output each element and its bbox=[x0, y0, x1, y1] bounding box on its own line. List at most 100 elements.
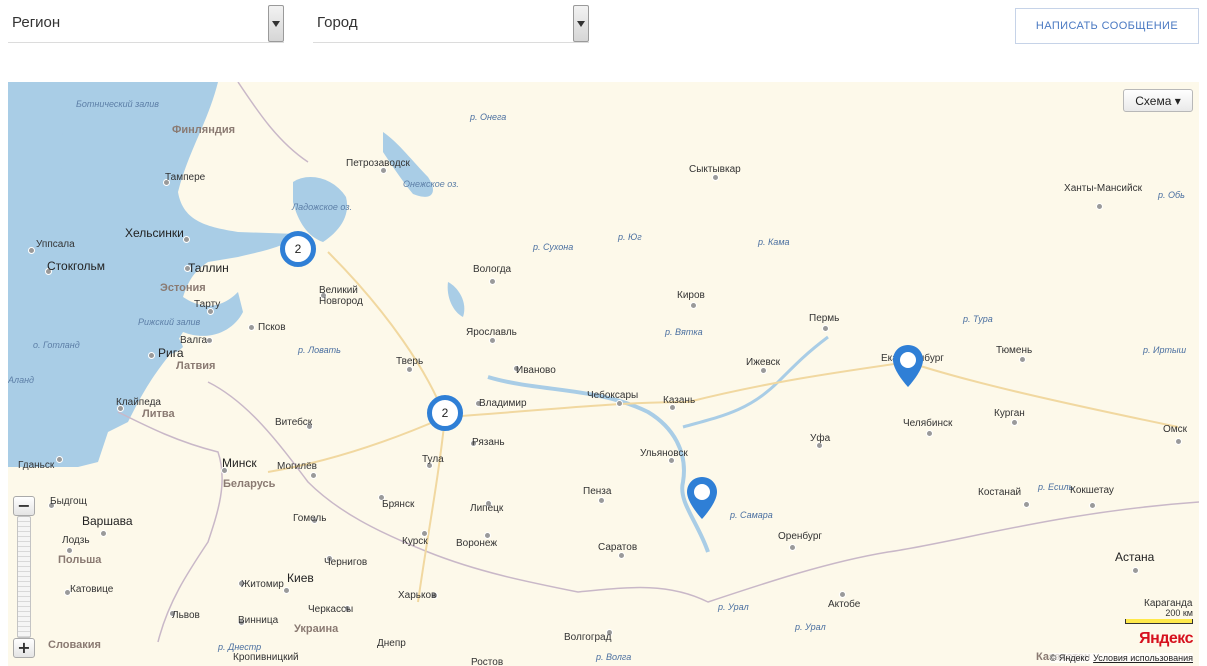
city-dot bbox=[822, 325, 829, 332]
city-dot bbox=[1132, 567, 1139, 574]
city-label: Костанай bbox=[978, 487, 1022, 498]
zoom-slider[interactable] bbox=[17, 516, 31, 638]
map-pin-icon[interactable] bbox=[891, 343, 925, 389]
river-label: р. Урал bbox=[795, 622, 826, 632]
city-label: Челябинск bbox=[903, 418, 953, 429]
city-label: Петрозаводск bbox=[346, 158, 410, 169]
city-select[interactable]: Город bbox=[313, 5, 589, 43]
city-label: Кропивницкий bbox=[233, 652, 299, 663]
city-label: Курск bbox=[402, 536, 428, 547]
city-dot bbox=[148, 352, 155, 359]
city-label: Ростов bbox=[471, 657, 504, 666]
river-label: р. Кама bbox=[758, 237, 790, 247]
marker-cluster[interactable]: 2 bbox=[280, 231, 316, 267]
country-label: Польша bbox=[58, 554, 102, 566]
city-dot bbox=[1023, 501, 1030, 508]
city-label: Владимир bbox=[479, 398, 527, 409]
city-label: Винница bbox=[238, 615, 279, 626]
country-label: Беларусь bbox=[223, 478, 276, 490]
city-label: Рязань bbox=[472, 437, 505, 448]
city-dot bbox=[489, 278, 496, 285]
map-scale: 200 км bbox=[1125, 608, 1193, 624]
city-label: Оренбург bbox=[778, 531, 823, 542]
city-label: Клайпеда bbox=[116, 397, 161, 408]
city-dot bbox=[1175, 438, 1182, 445]
city-label: Хельсинки bbox=[125, 226, 184, 240]
country-label: Украина bbox=[294, 623, 339, 635]
zoom-out-button[interactable]: − bbox=[13, 496, 35, 516]
scale-bar bbox=[1125, 619, 1193, 624]
city-label: Тампере bbox=[165, 172, 206, 183]
zoom-in-button[interactable]: + bbox=[13, 638, 35, 658]
water-label: Аланд bbox=[8, 375, 35, 385]
city-dot bbox=[28, 247, 35, 254]
river-label: р. Иртыш bbox=[1143, 345, 1187, 355]
city-dot bbox=[1089, 502, 1096, 509]
region-dropdown-arrow-icon[interactable] bbox=[268, 5, 284, 42]
country-label: Латвия bbox=[176, 360, 216, 372]
city-label: Киев bbox=[287, 571, 314, 585]
country-label: Словакия bbox=[48, 639, 101, 651]
zoom-control[interactable]: − + bbox=[13, 496, 35, 658]
city-label: Рига bbox=[158, 346, 184, 360]
city-label: Вологда bbox=[473, 264, 512, 275]
water-label: Рижский залив bbox=[138, 317, 201, 327]
city-dot bbox=[183, 236, 190, 243]
yandex-logo: Яндекс bbox=[1139, 630, 1193, 647]
city-label: Лодзь bbox=[62, 535, 90, 546]
city-label: Таллин bbox=[188, 261, 229, 275]
map-canvas[interactable]: Финляндия Эстония Латвия Литва Беларусь … bbox=[8, 82, 1199, 666]
scale-label: 200 км bbox=[1165, 608, 1193, 618]
copyright-text: © Яндекс bbox=[1049, 653, 1090, 663]
city-label: Тюмень bbox=[996, 345, 1033, 356]
city-label: Витебск bbox=[275, 417, 313, 428]
city-dot bbox=[1096, 203, 1103, 210]
region-select[interactable]: Регион bbox=[8, 5, 284, 43]
city-label: Уппсала bbox=[36, 239, 75, 250]
city-label: Великий Новгород bbox=[319, 285, 363, 307]
map-copyright: © Яндекс Условия использования bbox=[1049, 653, 1193, 663]
city-label: Курган bbox=[994, 408, 1025, 419]
city-label: Липецк bbox=[470, 503, 504, 514]
city-label: Актобе bbox=[828, 599, 861, 610]
river-label: р. Ловать bbox=[298, 345, 341, 355]
river-label: р. Урал bbox=[718, 602, 749, 612]
city-label: Быдгощ bbox=[50, 496, 87, 507]
city-label: Кокшетау bbox=[1070, 485, 1114, 496]
city-dot bbox=[926, 430, 933, 437]
city-label: Пермь bbox=[809, 313, 840, 324]
country-label: Эстония bbox=[160, 282, 206, 294]
city-dot bbox=[789, 544, 796, 551]
city-dot bbox=[712, 174, 719, 181]
city-dot bbox=[839, 591, 846, 598]
city-dot bbox=[489, 337, 496, 344]
city-label: Псков bbox=[258, 322, 286, 333]
city-dot bbox=[100, 530, 107, 537]
river-label: р. Самара bbox=[730, 510, 773, 520]
river-label: р. Тура bbox=[963, 314, 993, 324]
map-type-button[interactable]: Схема ▾ bbox=[1123, 89, 1193, 112]
city-label: Львов bbox=[172, 610, 200, 621]
marker-cluster[interactable]: 2 bbox=[427, 395, 463, 431]
city-label: Гданьск bbox=[18, 460, 55, 471]
city-label: Тула bbox=[422, 454, 444, 465]
city-label: Казань bbox=[663, 395, 696, 406]
city-dot bbox=[1019, 356, 1026, 363]
city-dropdown-arrow-icon[interactable] bbox=[573, 5, 589, 42]
city-dot bbox=[760, 367, 767, 374]
write-message-button[interactable]: НАПИСАТЬ СООБЩЕНИЕ bbox=[1015, 8, 1199, 44]
city-label: Ханты-Мансийск bbox=[1064, 183, 1142, 194]
city-label: Тарту bbox=[194, 299, 221, 310]
city-label: Иваново bbox=[516, 365, 556, 376]
city-label: Черкассы bbox=[308, 604, 354, 615]
river-label: р. Юг bbox=[618, 232, 642, 242]
city-label: Брянск bbox=[382, 499, 415, 510]
city-label: Пенза bbox=[583, 486, 612, 497]
city-label: Тверь bbox=[396, 356, 424, 367]
map-pin-icon[interactable] bbox=[685, 475, 719, 521]
water-label: о. Готланд bbox=[33, 340, 80, 350]
river-label: р. Обь bbox=[1158, 190, 1185, 200]
city-label: Житомир bbox=[241, 579, 284, 590]
city-dot bbox=[1011, 419, 1018, 426]
terms-link[interactable]: Условия использования bbox=[1093, 653, 1193, 663]
